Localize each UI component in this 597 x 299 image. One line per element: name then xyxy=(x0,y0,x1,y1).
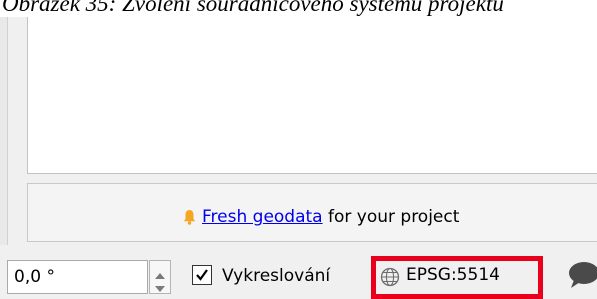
speech-bubble-icon[interactable] xyxy=(566,260,597,294)
render-label[interactable]: Vykreslování xyxy=(222,266,330,286)
checkmark-icon xyxy=(196,269,208,281)
rotation-value: 0,0 ° xyxy=(14,267,55,287)
fresh-geodata-link[interactable]: Fresh geodata xyxy=(202,207,323,227)
figure-caption: Obrázek 35: Zvolení souřadnicového systé… xyxy=(2,0,504,16)
status-bar: 0,0 ° Vykreslování EPSG:5514 xyxy=(0,246,597,299)
spin-up-icon[interactable] xyxy=(154,266,166,279)
news-message: Fresh geodata for your project xyxy=(183,207,459,230)
globe-icon xyxy=(380,267,400,287)
render-checkbox[interactable] xyxy=(192,265,212,285)
news-bar: Fresh geodata for your project xyxy=(27,183,597,242)
bell-icon xyxy=(183,209,196,230)
rotation-spinner[interactable] xyxy=(149,260,171,294)
news-suffix: for your project xyxy=(322,207,460,227)
figure-caption-strip: Obrázek 35: Zvolení souřadnicového systé… xyxy=(0,0,597,17)
crs-button[interactable]: EPSG:5514 xyxy=(380,262,535,292)
left-dock-edge xyxy=(0,17,8,245)
crs-label: EPSG:5514 xyxy=(406,265,500,285)
rotation-input[interactable]: 0,0 ° xyxy=(7,260,148,294)
spin-down-icon[interactable] xyxy=(154,279,166,292)
welcome-panel xyxy=(27,17,597,174)
